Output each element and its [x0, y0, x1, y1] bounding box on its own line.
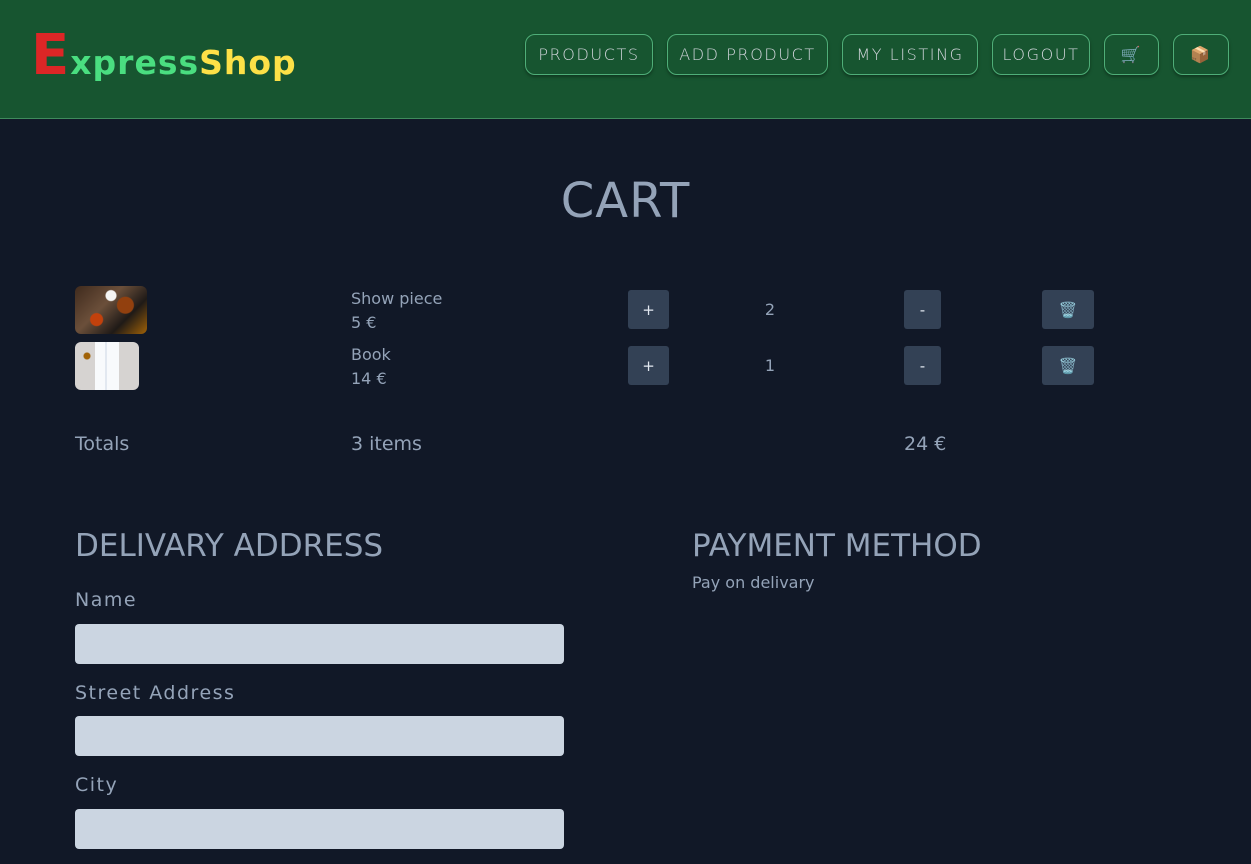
trash-icon: 🗑️ — [1058, 300, 1078, 319]
decrease-quantity-button[interactable]: - — [904, 346, 941, 385]
logo-letter-e: E — [31, 23, 71, 88]
nav-cart-button[interactable]: 🛒 — [1104, 34, 1159, 75]
product-image-show-piece — [75, 286, 147, 334]
decrease-quantity-button[interactable]: - — [904, 290, 941, 329]
totals-items: 3 items — [351, 433, 422, 455]
cart-item-name: Show piece — [351, 289, 443, 308]
delete-item-button[interactable]: 🗑️ — [1042, 290, 1094, 329]
package-icon: 📦 — [1190, 45, 1212, 64]
cart-item-name: Book — [351, 345, 391, 364]
page-title: CART — [560, 173, 691, 229]
logo-xpress: xpress — [70, 43, 200, 82]
street-address-input[interactable] — [75, 716, 564, 756]
cart-item-price: 14 € — [351, 369, 387, 388]
cart-item-price: 5 € — [351, 313, 377, 332]
trash-icon: 🗑️ — [1058, 356, 1078, 375]
product-image-book — [75, 342, 139, 390]
header: ExpressShop PRODUCTS ADD PRODUCT MY LIST… — [0, 0, 1251, 119]
payment-method-value: Pay on delivary — [692, 573, 815, 592]
brand-logo[interactable]: ExpressShop — [31, 28, 297, 84]
cart-item-quantity: 1 — [764, 356, 776, 375]
city-input[interactable] — [75, 809, 564, 849]
cart-icon: 🛒 — [1120, 45, 1143, 64]
logo-shop: Shop — [199, 43, 297, 82]
nav-orders-button[interactable]: 📦 — [1173, 34, 1229, 75]
name-input[interactable] — [75, 624, 564, 664]
name-label: Name — [75, 589, 138, 611]
nav-products-button[interactable]: PRODUCTS — [525, 34, 653, 75]
delete-item-button[interactable]: 🗑️ — [1042, 346, 1094, 385]
nav-add-product-button[interactable]: ADD PRODUCT — [667, 34, 828, 75]
payment-method-title: PAYMENT METHOD — [692, 528, 982, 564]
totals-label: Totals — [75, 433, 130, 455]
increase-quantity-button[interactable]: + — [628, 346, 669, 385]
nav-my-listing-button[interactable]: MY LISTING — [842, 34, 978, 75]
street-address-label: Street Address — [75, 682, 236, 704]
delivery-address-title: DELIVARY ADDRESS — [75, 528, 384, 564]
totals-price: 24 € — [904, 433, 947, 455]
increase-quantity-button[interactable]: + — [628, 290, 669, 329]
city-label: City — [75, 774, 119, 796]
cart-item-quantity: 2 — [764, 300, 776, 319]
nav-logout-button[interactable]: LOGOUT — [992, 34, 1090, 75]
